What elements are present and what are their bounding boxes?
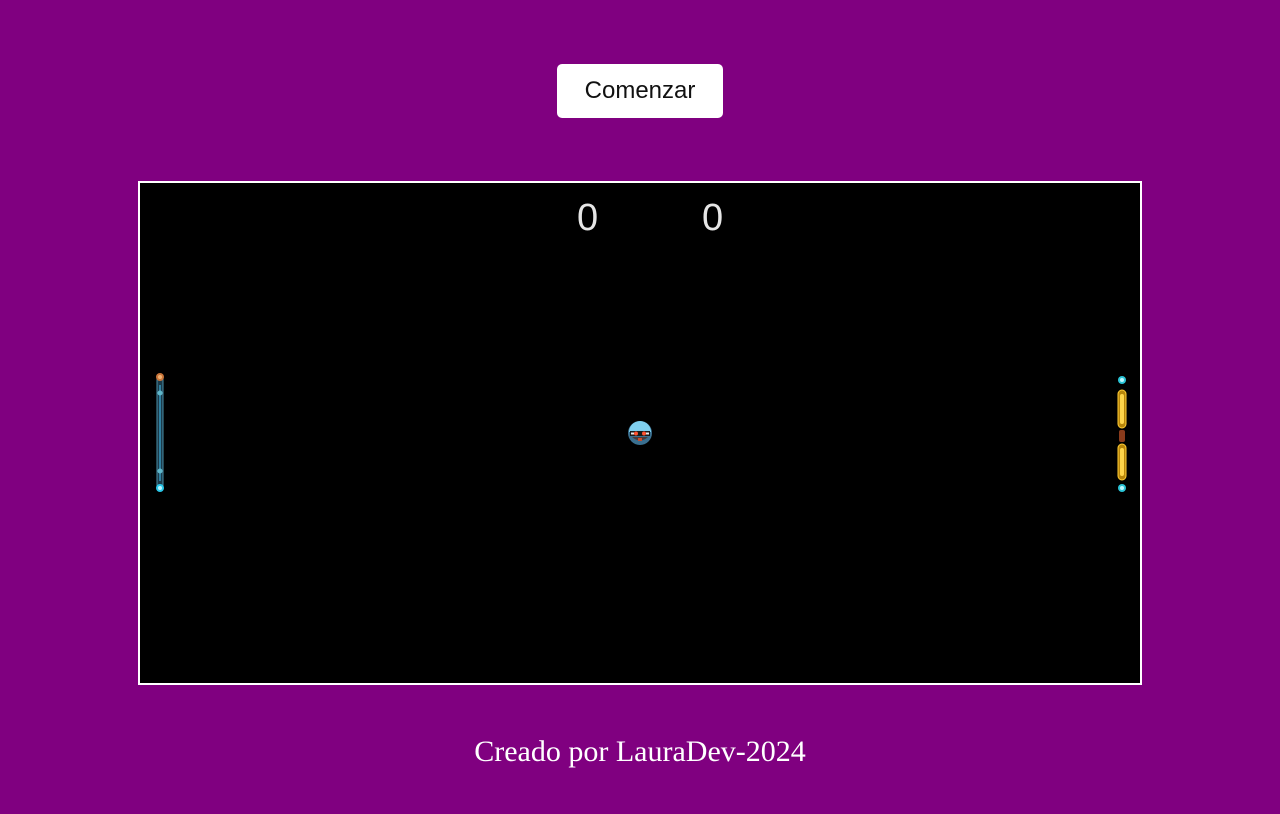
game-board[interactable]: 0 0: [138, 181, 1142, 685]
score-left: 0: [577, 197, 599, 239]
right-paddle-icon: [1117, 376, 1127, 492]
start-button[interactable]: Comenzar: [557, 64, 723, 118]
robot-ball-icon: [628, 421, 652, 445]
footer-credit: Creado por LauraDev-2024: [474, 735, 806, 768]
score-right: 0: [702, 197, 724, 239]
page: Comenzar 0 0 Creado por LauraDev-2024: [0, 0, 1280, 814]
left-paddle-icon: [156, 373, 164, 492]
